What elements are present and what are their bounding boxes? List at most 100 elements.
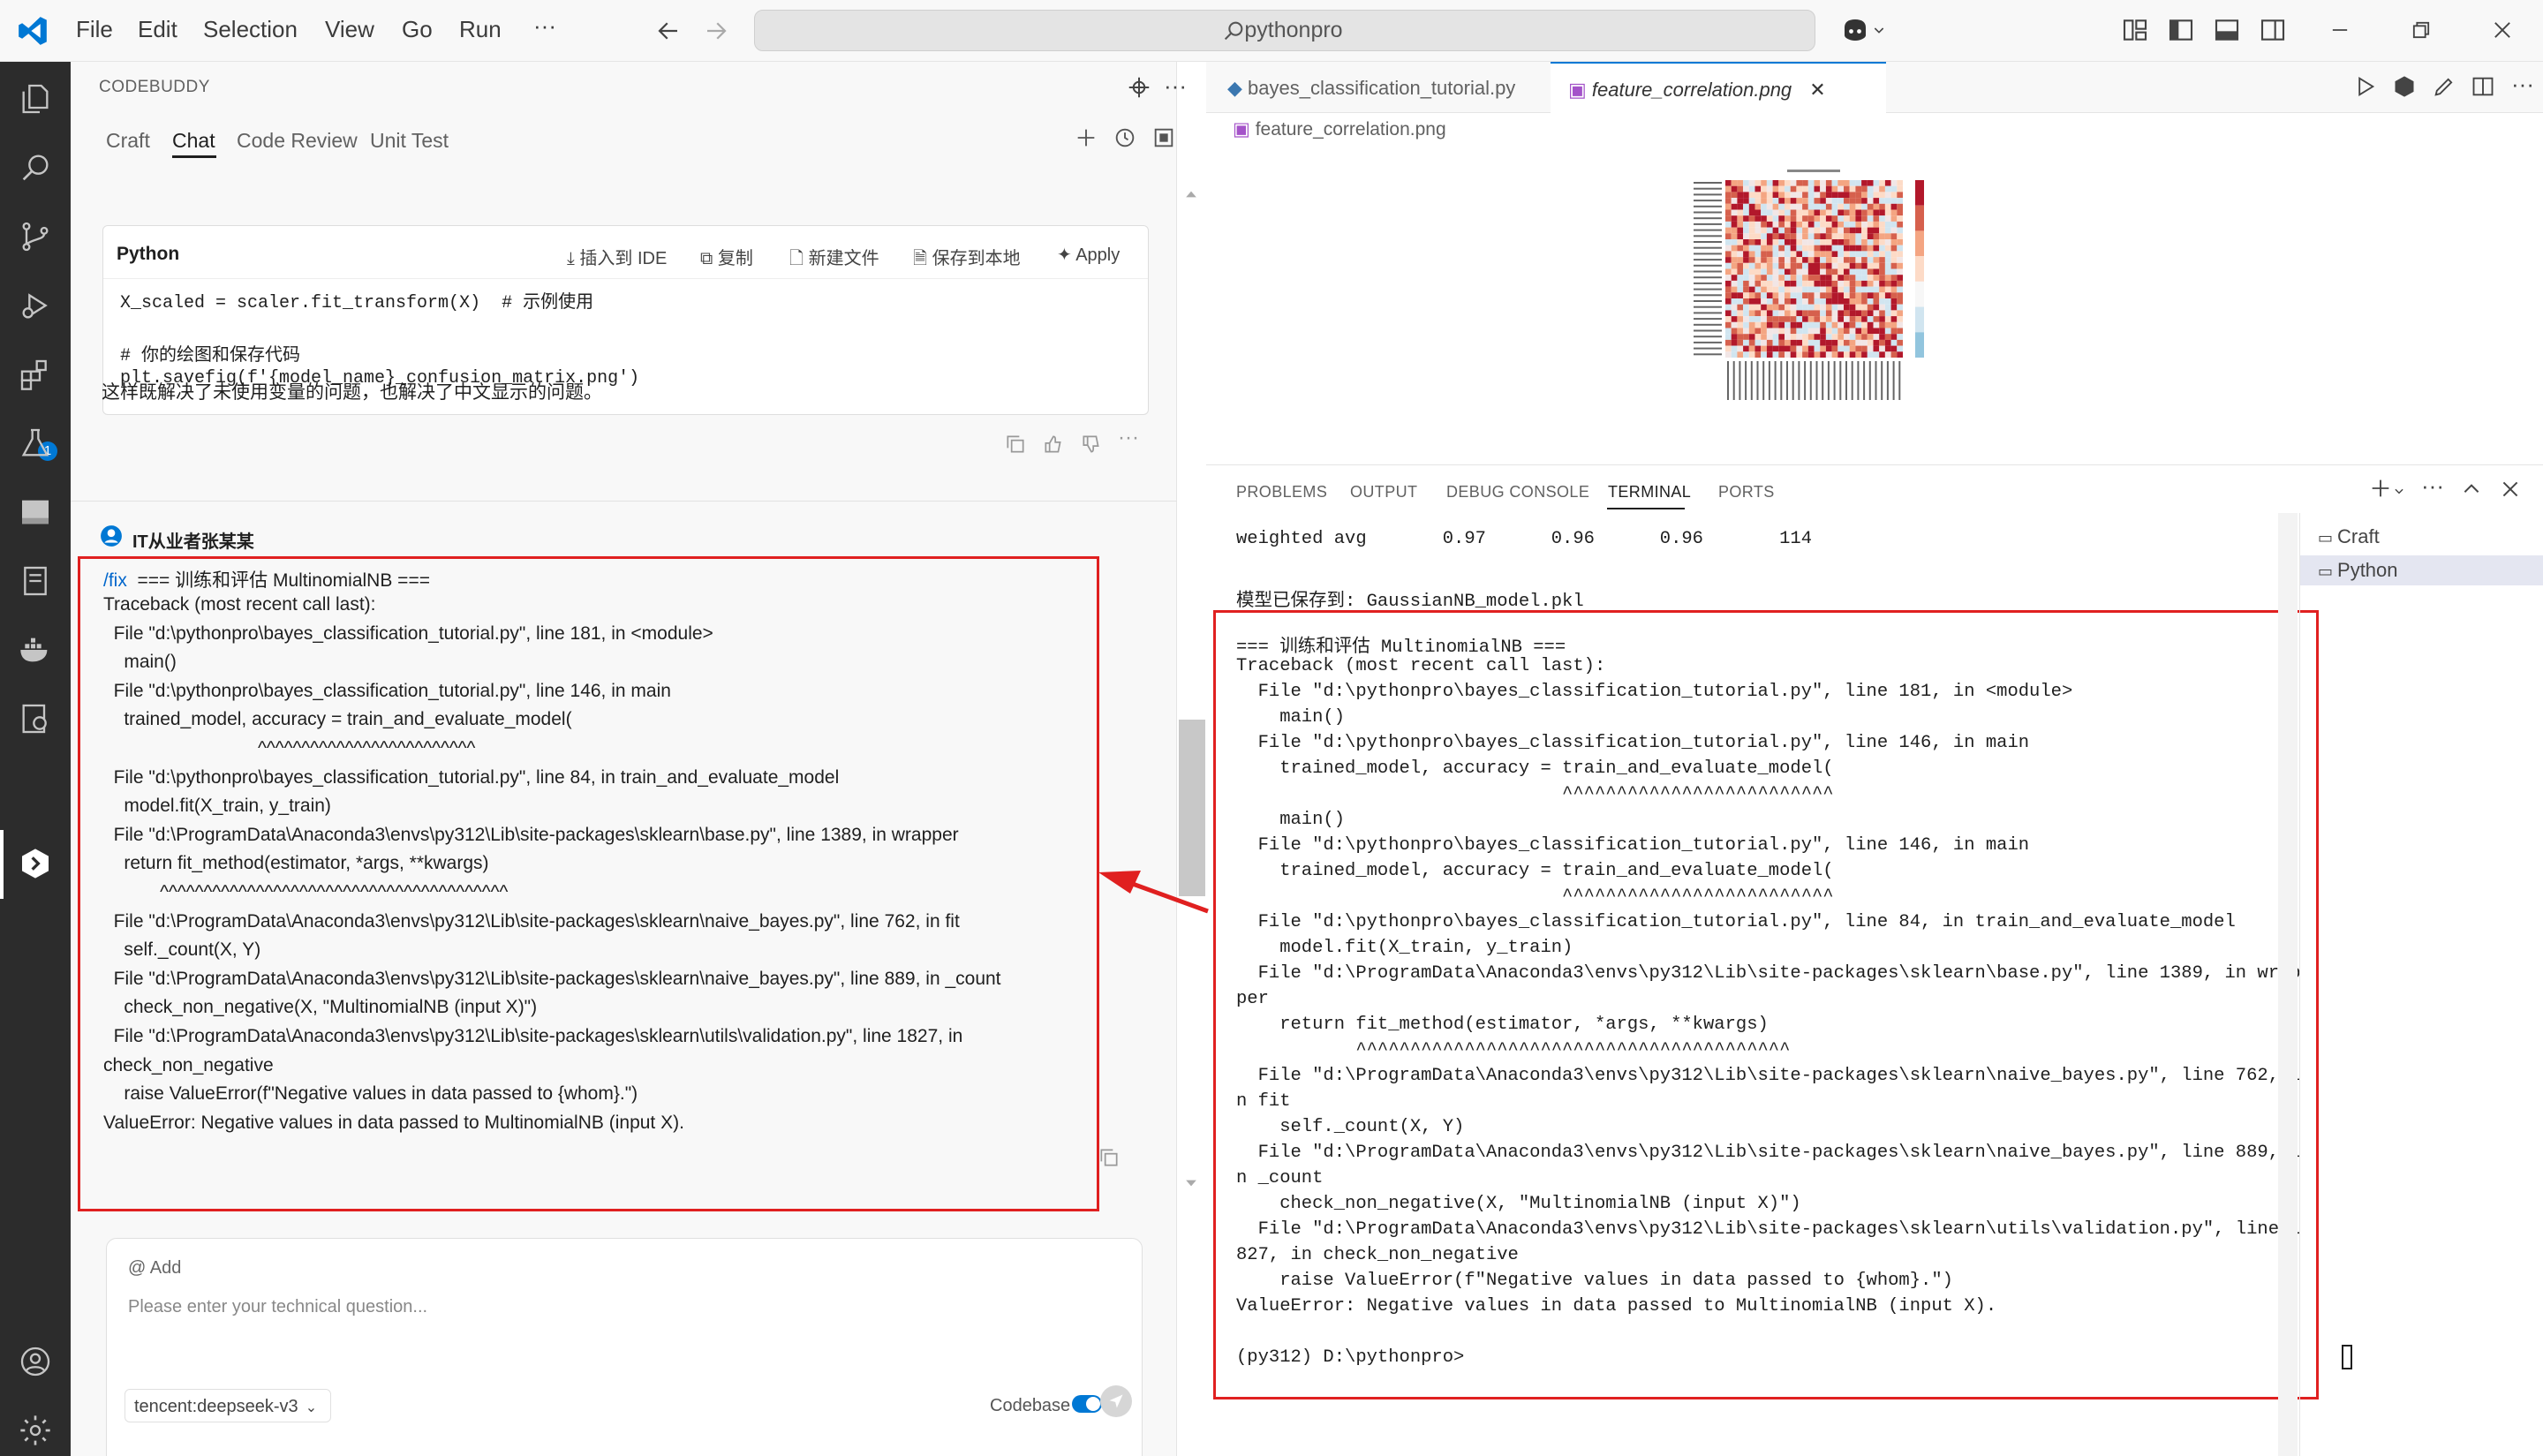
heatmap-cell [1884,209,1891,216]
tab-craft[interactable]: Craft [106,129,150,153]
heatmap-cell [1802,262,1808,269]
terminal-item-craft[interactable]: ▭ Craft [2318,522,2380,552]
account-icon[interactable] [18,1344,53,1379]
sidebar-more[interactable]: ··· [1164,72,1187,100]
panel-tab-terminal[interactable]: TERMINAL [1608,483,1691,502]
heatmap-cell [1814,227,1821,234]
heatmap-cell [1890,286,1898,293]
extensions-icon[interactable] [18,357,53,392]
scroll-up-icon[interactable] [1182,185,1200,203]
new-chat-icon[interactable] [1074,125,1098,150]
codebuddy-icon[interactable] [18,846,53,881]
source-control-icon[interactable] [18,219,53,254]
copy-message-icon[interactable] [1004,433,1027,456]
panel-tab-ports[interactable]: PORTS [1718,483,1775,502]
chat-input-box[interactable]: @ Add Please enter your technical questi… [106,1238,1143,1456]
heatmap-cell [1825,345,1832,352]
add-context-button[interactable]: @ Add [128,1258,181,1279]
panel-more[interactable]: ··· [2421,472,2444,500]
menu-run[interactable]: Run [459,16,502,43]
heatmap-cell [1825,316,1832,322]
codebuddy-action-icon[interactable] [2392,74,2417,99]
heatmap-cell [1855,316,1862,322]
tab-chat[interactable]: Chat [172,129,215,153]
heatmap-cell [1837,192,1844,199]
code-review-icon[interactable] [18,701,53,736]
send-button[interactable] [1100,1385,1132,1417]
settings-gear-icon[interactable] [18,1413,53,1448]
expand-icon[interactable] [1151,125,1176,150]
close-panel-icon[interactable] [2499,478,2522,501]
heatmap-cell [1879,251,1885,258]
split-editor-icon[interactable] [2471,74,2495,99]
run-file-icon[interactable] [2352,74,2377,99]
menu-view[interactable]: View [325,16,374,43]
maximize-panel-icon[interactable] [2460,478,2483,501]
close-tab-icon[interactable]: ✕ [1809,79,1825,101]
search-view-icon[interactable] [18,150,53,185]
toggle-primary-sidebar-icon[interactable] [2167,16,2195,44]
heatmap-cell [1844,268,1850,275]
menu-edit[interactable]: Edit [138,16,177,43]
toggle-secondary-sidebar-icon[interactable] [2259,16,2287,44]
apply-button[interactable]: ✦ Apply [1057,244,1120,266]
customize-layout-icon[interactable] [2121,16,2149,44]
save-local-button[interactable]: 🗎 保存到本地 [913,244,1021,275]
tab-feature-correlation[interactable]: ▣ feature_correlation.png ✕ [1551,62,1886,113]
new-file-button[interactable]: 🗋 新建文件 [789,244,879,275]
terminal-item-python[interactable]: ▭ Python [2300,555,2543,585]
model-selector[interactable]: tencent:deepseek-v3 ⌄ [125,1389,331,1422]
heatmap-col-label [1809,361,1812,400]
panel-tab-output[interactable]: OUTPUT [1350,483,1417,502]
thumbs-down-icon[interactable] [1080,433,1103,456]
command-center-search[interactable]: pythonpro [754,10,1815,51]
menu-more[interactable]: ··· [533,12,556,40]
docker-icon[interactable] [18,632,53,668]
heatmap-cell [1879,239,1885,245]
run-debug-icon[interactable] [18,288,53,323]
scroll-down-icon[interactable] [1182,1174,1200,1192]
tab-code-review[interactable]: Code Review [237,129,358,153]
heatmap-cell [1772,345,1779,352]
tab-unit-test[interactable]: Unit Test [370,129,449,153]
message-more[interactable]: ··· [1118,426,1139,450]
forward-arrow-icon[interactable] [703,18,729,44]
menu-file[interactable]: File [76,16,113,43]
heatmap-cell [1849,328,1856,335]
copilot-icon[interactable] [1838,14,1872,46]
copy-button[interactable]: ⧉ 复制 [700,244,753,269]
restore-icon[interactable] [2409,18,2434,42]
chevron-down-icon[interactable] [2393,485,2405,497]
chevron-down-icon[interactable] [1872,23,1886,37]
chat-input-placeholder[interactable]: Please enter your technical question... [128,1297,427,1317]
panel-tab-problems[interactable]: PROBLEMS [1236,483,1327,502]
history-icon[interactable] [1113,125,1137,150]
heatmap-cell [1855,251,1862,258]
copy-user-message-icon[interactable] [1098,1146,1121,1169]
remote-explorer-icon[interactable] [18,494,53,530]
heatmap-cell [1796,268,1803,275]
thumbs-up-icon[interactable] [1042,433,1065,456]
testing-icon[interactable] [18,426,53,461]
notebook-icon[interactable] [18,563,53,599]
insert-to-ide-button[interactable]: ⤓ 插入到 IDE [567,244,667,269]
heatmap-cell [1802,215,1808,222]
heatmap-cell [1867,257,1874,263]
tab-bayes-classification[interactable]: ◆ bayes_classification_tutorial.py [1206,62,1551,113]
close-window-icon[interactable] [2490,18,2515,42]
traceback-line: main() [103,652,177,673]
menu-selection[interactable]: Selection [203,16,298,43]
back-arrow-icon[interactable] [655,18,682,44]
edit-pencil-icon[interactable] [2432,74,2456,99]
new-terminal-icon[interactable] [2368,476,2393,501]
minimize-icon[interactable] [2328,18,2352,42]
panel-tab-debug-console[interactable]: DEBUG CONSOLE [1446,483,1589,502]
explorer-icon[interactable] [18,81,53,117]
editor-more[interactable]: ··· [2511,71,2534,98]
heatmap-cell [1844,227,1850,234]
move-panel-icon[interactable] [1126,74,1152,101]
terminal-scrollbar[interactable] [2278,513,2298,1456]
heatmap-cell [1849,310,1856,317]
toggle-panel-icon[interactable] [2213,16,2241,44]
menu-go[interactable]: Go [402,16,433,43]
